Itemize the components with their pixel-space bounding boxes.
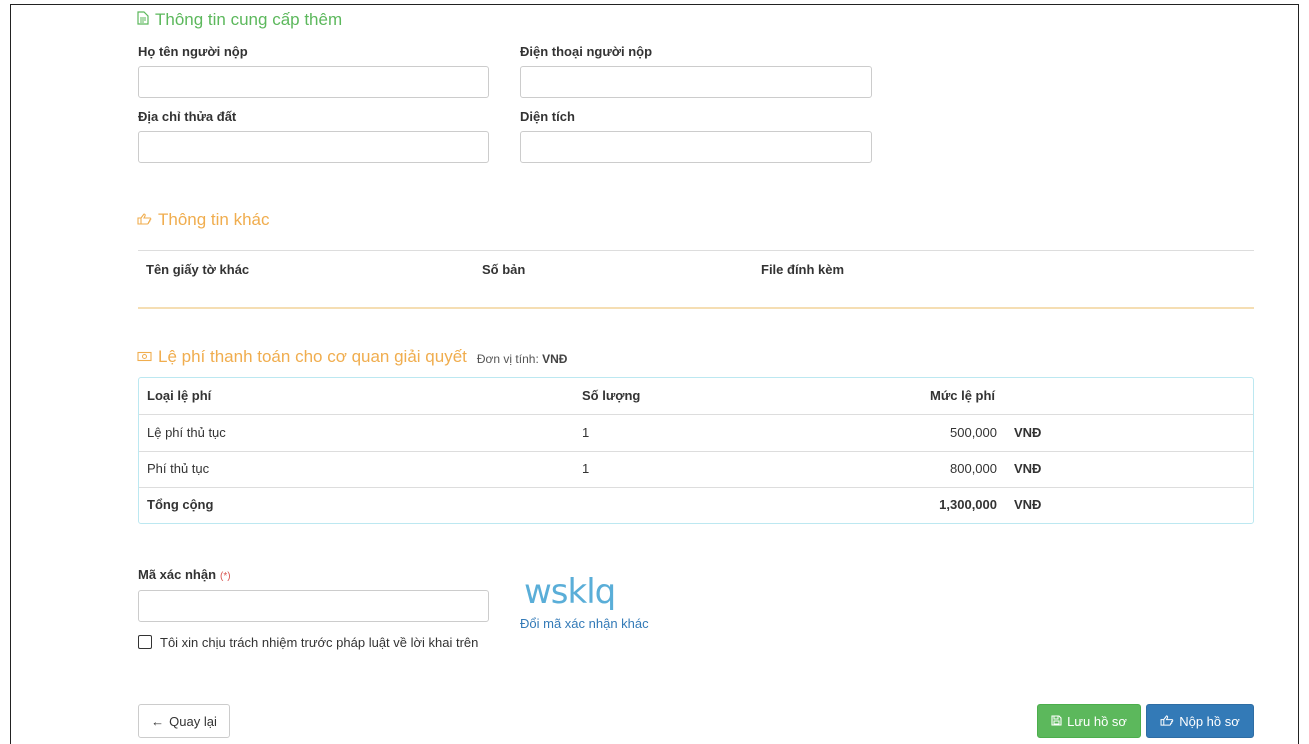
captcha-image: wsklq bbox=[524, 572, 616, 612]
fees-col-type: Loại lệ phí bbox=[147, 388, 212, 403]
agreement-checkbox[interactable] bbox=[138, 635, 152, 649]
fee-type: Lệ phí thủ tục bbox=[147, 425, 226, 440]
save-button[interactable]: Lưu hồ sơ bbox=[1037, 704, 1141, 738]
fees-total-currency: VNĐ bbox=[1014, 497, 1042, 512]
money-icon bbox=[137, 347, 152, 367]
other-info-title-text: Thông tin khác bbox=[158, 210, 270, 229]
area-label: Diện tích bbox=[520, 109, 575, 124]
refresh-captcha-link[interactable]: Đổi mã xác nhận khác bbox=[520, 616, 649, 631]
other-info-bottom-divider bbox=[138, 307, 1254, 309]
submit-button[interactable]: Nộp hồ sơ bbox=[1146, 704, 1254, 738]
document-icon bbox=[137, 10, 149, 30]
captcha-label-text: Mã xác nhận bbox=[138, 567, 217, 582]
fee-amount: 500,000 bbox=[950, 425, 997, 440]
floppy-disk-icon bbox=[1051, 714, 1062, 729]
extra-info-section-title: Thông tin cung cấp thêm bbox=[137, 10, 342, 30]
submit-button-label: Nộp hồ sơ bbox=[1179, 713, 1240, 729]
captcha-input[interactable] bbox=[138, 590, 489, 622]
other-info-section-title: Thông tin khác bbox=[137, 210, 270, 230]
fees-section-title: Lệ phí thanh toán cho cơ quan giải quyết… bbox=[137, 347, 567, 367]
submitter-phone-label: Điện thoại người nộp bbox=[520, 44, 653, 59]
other-info-top-divider bbox=[138, 250, 1254, 251]
fees-col-amount: Mức lệ phí bbox=[930, 388, 996, 403]
other-info-col-copies: Số bản bbox=[482, 262, 526, 277]
fee-qty: 1 bbox=[582, 425, 590, 440]
submitter-name-label: Họ tên người nộp bbox=[138, 44, 248, 59]
fee-qty: 1 bbox=[582, 461, 590, 476]
other-info-col-document-name: Tên giấy tờ khác bbox=[146, 262, 250, 277]
back-button[interactable]: ← Quay lại bbox=[138, 704, 230, 738]
fees-unit-value: VNĐ bbox=[542, 352, 568, 366]
hand-point-right-icon bbox=[137, 210, 152, 230]
agreement-label: Tôi xin chịu trách nhiệm trước pháp luật… bbox=[160, 635, 479, 650]
submitter-name-input[interactable] bbox=[138, 66, 489, 98]
fee-currency: VNĐ bbox=[1014, 461, 1042, 476]
fees-total-amount: 1,300,000 bbox=[939, 497, 997, 512]
table-row: Lệ phí thủ tục 1 500,000 VNĐ bbox=[139, 415, 1253, 452]
area-input[interactable] bbox=[520, 131, 872, 163]
fees-col-qty: Số lượng bbox=[582, 388, 641, 403]
land-address-input[interactable] bbox=[138, 131, 489, 163]
arrow-left-icon: ← bbox=[151, 713, 165, 729]
submitter-phone-input[interactable] bbox=[520, 66, 872, 98]
frame-right-border bbox=[1298, 4, 1299, 744]
fees-total-row: Tổng cộng 1,300,000 VNĐ bbox=[139, 487, 1253, 523]
extra-info-title-text: Thông tin cung cấp thêm bbox=[155, 10, 343, 29]
fees-header-row: Loại lệ phí Số lượng Mức lệ phí bbox=[139, 378, 1253, 415]
fees-unit-label: Đơn vị tính: bbox=[476, 352, 539, 366]
captcha-label: Mã xác nhận (*) bbox=[138, 567, 231, 582]
other-info-col-attachment: File đính kèm bbox=[761, 262, 845, 277]
required-mark: (*) bbox=[220, 571, 231, 582]
fees-title-text: Lệ phí thanh toán cho cơ quan giải quyết bbox=[158, 347, 467, 366]
fee-amount: 800,000 bbox=[950, 461, 997, 476]
save-button-label: Lưu hồ sơ bbox=[1067, 713, 1127, 729]
fee-currency: VNĐ bbox=[1014, 425, 1042, 440]
land-address-label: Địa chỉ thửa đất bbox=[138, 109, 237, 124]
frame-left-border bbox=[10, 4, 11, 744]
frame-top-border bbox=[10, 4, 1298, 5]
fees-total-label: Tổng cộng bbox=[147, 497, 214, 512]
table-row: Phí thủ tục 1 800,000 VNĐ bbox=[139, 451, 1253, 488]
fees-table: Loại lệ phí Số lượng Mức lệ phí Lệ phí t… bbox=[138, 377, 1254, 524]
back-button-label: Quay lại bbox=[169, 713, 217, 729]
fees-unit-note: Đơn vị tính: VNĐ bbox=[477, 352, 568, 366]
fee-type: Phí thủ tục bbox=[147, 461, 210, 476]
hand-point-right-icon bbox=[1160, 714, 1174, 729]
